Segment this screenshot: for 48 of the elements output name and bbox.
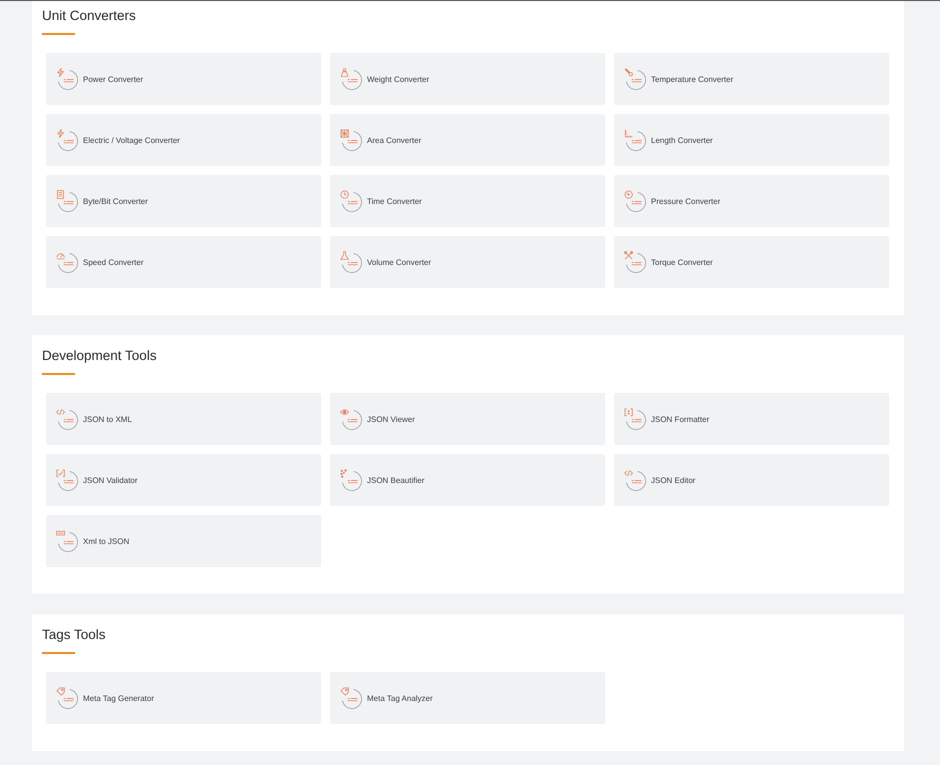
speedometer-icon xyxy=(56,251,78,273)
ruler-icon xyxy=(624,129,646,151)
flask-icon xyxy=(340,251,362,273)
thermometer-icon xyxy=(624,68,646,90)
section-title: Unit Converters xyxy=(42,7,136,25)
tool-link[interactable]: Temperature Converter xyxy=(614,53,889,105)
tag-icon xyxy=(56,687,78,709)
tool-link[interactable]: Volume Converter xyxy=(330,236,605,288)
tool-link[interactable]: Meta Tag Analyzer xyxy=(330,672,605,724)
tool-link[interactable]: Power Converter xyxy=(46,53,321,105)
tag-icon xyxy=(340,687,362,709)
tool-link[interactable]: Speed Converter xyxy=(46,236,321,288)
tool-link[interactable]: JSON Beautifier xyxy=(330,454,605,506)
gauge-icon xyxy=(624,190,646,212)
tool-link[interactable]: Byte/Bit Converter xyxy=(46,175,321,227)
bolt-icon xyxy=(56,68,78,90)
document-icon xyxy=(56,190,78,212)
title-underline xyxy=(42,373,75,375)
code-icon xyxy=(624,469,646,491)
label-icon xyxy=(56,530,78,552)
section-title: Tags Tools xyxy=(42,626,106,644)
tool-link[interactable]: Xml to JSON xyxy=(46,515,321,567)
tool-link[interactable]: JSON Viewer xyxy=(330,393,605,445)
title-underline xyxy=(42,652,75,654)
tool-link[interactable]: Meta Tag Generator xyxy=(46,672,321,724)
dots-icon xyxy=(340,469,362,491)
clock-icon xyxy=(340,190,362,212)
tool-link[interactable]: Torque Converter xyxy=(614,236,889,288)
checkmark-icon xyxy=(56,469,78,491)
eye-icon xyxy=(340,408,362,430)
section-title: Development Tools xyxy=(42,347,157,365)
tool-link[interactable]: Pressure Converter xyxy=(614,175,889,227)
tool-link[interactable]: JSON Formatter xyxy=(614,393,889,445)
tool-link[interactable]: JSON Editor xyxy=(614,454,889,506)
grid-icon xyxy=(340,129,362,151)
tool-link[interactable]: Time Converter xyxy=(330,175,605,227)
brackets-icon xyxy=(624,408,646,430)
tool-link[interactable]: JSON Validator xyxy=(46,454,321,506)
bolt-icon xyxy=(56,129,78,151)
code-icon xyxy=(56,408,78,430)
tool-link[interactable]: Area Converter xyxy=(330,114,605,166)
tool-link[interactable]: Weight Converter xyxy=(330,53,605,105)
tool-link[interactable]: Electric / Voltage Converter xyxy=(46,114,321,166)
tool-link[interactable]: Length Converter xyxy=(614,114,889,166)
crossed-tools-icon xyxy=(624,251,646,273)
tool-link[interactable]: JSON to XML xyxy=(46,393,321,445)
weight-icon xyxy=(340,68,362,90)
title-underline xyxy=(42,33,75,35)
